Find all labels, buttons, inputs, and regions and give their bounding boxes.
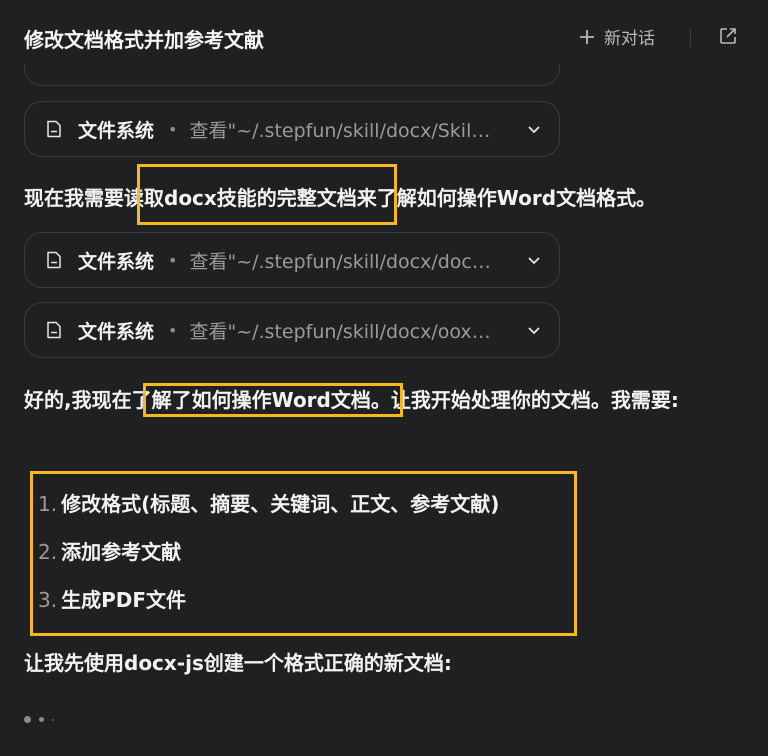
page-title: 修改文档格式并加参考文献 — [24, 28, 264, 52]
separator-dot: • — [168, 250, 178, 270]
chevron-down-icon — [528, 126, 540, 134]
tool-card-detail: 查看"~/.stepfun/skill/docx/Skil… — [189, 119, 491, 142]
share-icon[interactable] — [718, 26, 738, 46]
tool-card-filesystem-2[interactable]: 文件系统 • 查看"~/.stepfun/skill/docx/doc… — [24, 232, 560, 288]
list-item: 2. 添加参考文献 — [38, 528, 499, 576]
list-text: 生成PDF文件 — [61, 588, 187, 612]
file-icon — [47, 251, 61, 269]
tool-card-filesystem-3[interactable]: 文件系统 • 查看"~/.stepfun/skill/docx/oox… — [24, 302, 560, 358]
list-item: 1. 修改格式(标题、摘要、关键词、正文、参考文献) — [38, 480, 499, 528]
list-number: 3. — [38, 588, 58, 612]
assistant-message-3: 让我先使用docx-js创建一个格式正确的新文档: — [24, 651, 452, 675]
list-number: 2. — [38, 540, 58, 564]
separator-dot: • — [168, 119, 178, 139]
assistant-message-1: 现在我需要读取docx技能的完整文档来了解如何操作Word文档格式。 — [24, 186, 657, 210]
loading-dot — [52, 718, 54, 721]
loading-dot — [39, 717, 44, 722]
separator-dot: • — [168, 320, 178, 340]
task-list: 1. 修改格式(标题、摘要、关键词、正文、参考文献) 2. 添加参考文献 3. 生成P… — [38, 480, 499, 624]
chevron-down-icon — [528, 327, 540, 335]
tool-card-label: 文件系统 — [78, 320, 155, 343]
list-text: 添加参考文献 — [61, 540, 182, 564]
file-icon — [47, 120, 61, 138]
plus-icon — [580, 29, 594, 44]
loading-dot — [24, 716, 31, 723]
tool-card-label: 文件系统 — [78, 119, 155, 142]
list-text: 修改格式(标题、摘要、关键词、正文、参考文献) — [61, 492, 500, 516]
chevron-down-icon — [528, 257, 540, 265]
list-item: 3. 生成PDF文件 — [38, 576, 499, 624]
assistant-message-2: 好的,我现在了解了如何操作Word文档。让我开始处理你的文档。我需要: — [24, 388, 679, 412]
list-number: 1. — [38, 492, 58, 516]
new-chat-label: 新对话 — [604, 29, 655, 49]
loading-indicator — [24, 716, 54, 723]
chat-header: 修改文档格式并加参考文献 新对话 — [0, 0, 768, 76]
file-icon — [47, 321, 61, 339]
tool-card-label: 文件系统 — [78, 250, 155, 273]
header-divider — [690, 29, 691, 47]
tool-card-detail: 查看"~/.stepfun/skill/docx/oox… — [189, 320, 491, 343]
new-chat-button[interactable]: 新对话 — [578, 24, 655, 49]
tool-card-detail: 查看"~/.stepfun/skill/docx/doc… — [189, 250, 491, 273]
tool-card-filesystem-1[interactable]: 文件系统 • 查看"~/.stepfun/skill/docx/Skil… — [24, 101, 560, 157]
